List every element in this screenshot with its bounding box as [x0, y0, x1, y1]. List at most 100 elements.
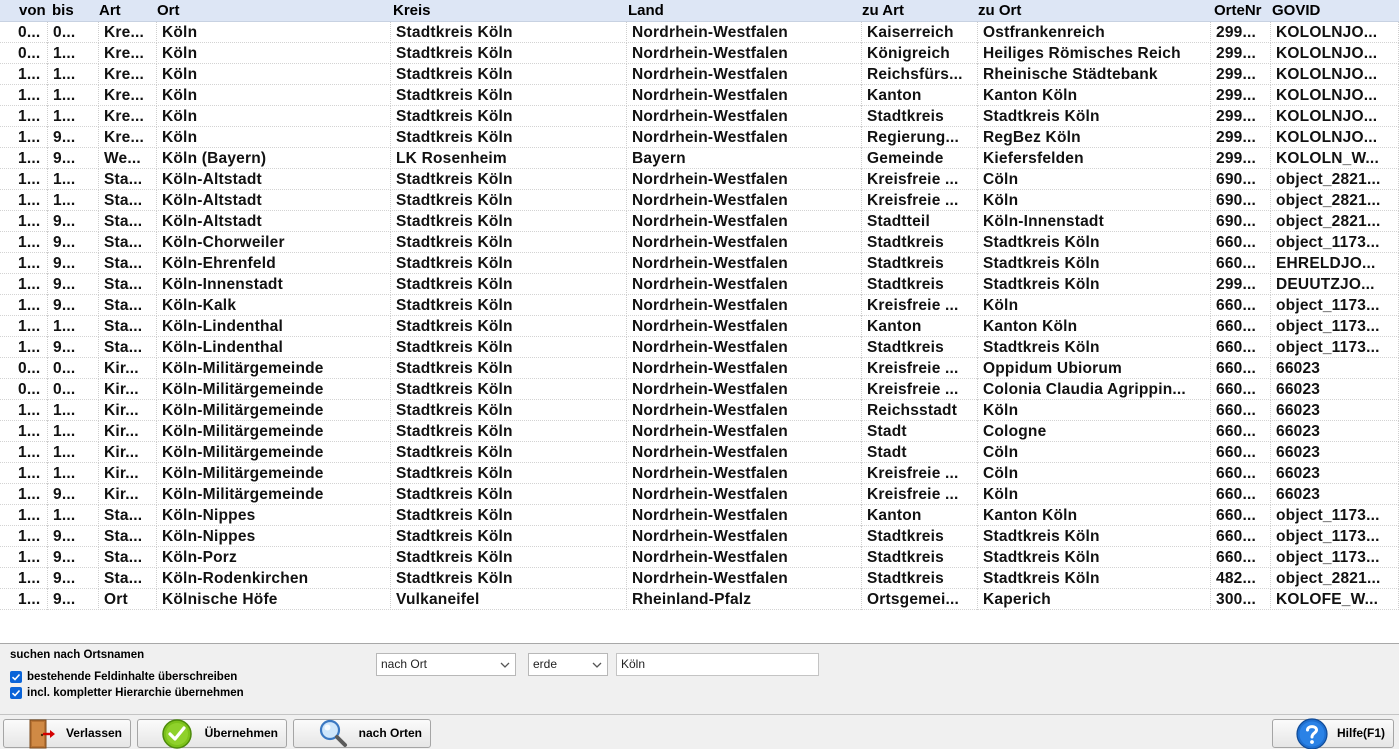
hierarchy-label: incl. kompletter Hierarchie übernehmen — [27, 687, 244, 699]
cell-von: 1... — [0, 106, 48, 127]
cell-ort: Köln-Militärgemeinde — [157, 421, 391, 442]
cell-ort: Köln — [157, 85, 391, 106]
cell-ortenr: 660... — [1211, 379, 1271, 400]
cell-ortenr: 690... — [1211, 211, 1271, 232]
cell-art: Sta... — [99, 547, 157, 568]
cell-zuart: Kreisfreie ... — [862, 379, 978, 400]
column-header-von[interactable]: von — [15, 0, 46, 22]
table-row[interactable]: 1... 9... Sta... Köln-Porz Stadtkreis Köln No… — [0, 547, 1399, 568]
table-row[interactable]: 1... 1... Sta... Köln-Altstadt Stadtkreis Kö… — [0, 190, 1399, 211]
table-row[interactable]: 1... 1... Sta... Köln-Lindenthal Stadtkreis … — [0, 316, 1399, 337]
cell-zuart: Kreisfreie ... — [862, 358, 978, 379]
table-row[interactable]: 1... 1... Sta... Köln-Nippes Stadtkreis Köln… — [0, 505, 1399, 526]
table-row[interactable]: 1... 1... Kre... Köln Stadtkreis Köln Nordrhe… — [0, 64, 1399, 85]
cell-art: We... — [99, 148, 157, 169]
places-grid[interactable]: von bis Art Ort Kreis Land zu Art zu Ort OrteNr G… — [0, 0, 1399, 644]
column-header-zuort[interactable]: zu Ort — [974, 0, 1021, 22]
cell-kreis: Stadtkreis Köln — [391, 568, 627, 589]
search-places-label: nach Orten — [358, 726, 422, 740]
chevron-down-icon — [592, 662, 602, 668]
column-header-zuart[interactable]: zu Art — [858, 0, 904, 22]
cell-bis: 9... — [48, 211, 99, 232]
cell-kreis: Stadtkreis Köln — [391, 190, 627, 211]
cell-art: Sta... — [99, 190, 157, 211]
cell-von: 1... — [0, 589, 48, 610]
search-places-button[interactable]: nach Orten — [293, 719, 431, 748]
table-row[interactable]: 1... 1... Kir... Köln-Militärgemeinde Stadtk… — [0, 442, 1399, 463]
cell-bis: 1... — [48, 316, 99, 337]
help-button[interactable]: Hilfe(F1) — [1272, 718, 1394, 749]
column-header-ortenr[interactable]: OrteNr — [1210, 0, 1262, 22]
hierarchy-option[interactable]: incl. kompletter Hierarchie übernehmen — [10, 686, 244, 700]
cell-zuart: Kreisfreie ... — [862, 169, 978, 190]
table-row[interactable]: 1... 9... Sta... Köln-Rodenkirchen Stadtkrei… — [0, 568, 1399, 589]
cell-zuort: Oppidum Ubiorum — [978, 358, 1211, 379]
table-row[interactable]: 1... 1... Kir... Köln-Militärgemeinde Stadtk… — [0, 463, 1399, 484]
cell-kreis: Stadtkreis Köln — [391, 526, 627, 547]
cell-govid: 66023 — [1271, 358, 1399, 379]
cell-land: Nordrhein-Westfalen — [627, 547, 862, 568]
accept-button[interactable]: Übernehmen — [137, 719, 287, 749]
cell-zuart: Stadtkreis — [862, 274, 978, 295]
cell-bis: 1... — [48, 169, 99, 190]
column-header-art[interactable]: Art — [95, 0, 121, 22]
table-row[interactable]: 1... 9... Sta... Köln-Kalk Stadtkreis Köln No… — [0, 295, 1399, 316]
table-row[interactable]: 1... 9... Kir... Köln-Militärgemeinde Stadtk… — [0, 484, 1399, 505]
table-row[interactable]: 1... 9... Sta... Köln-Altstadt Stadtkreis Kö… — [0, 211, 1399, 232]
search-input[interactable]: Köln — [616, 653, 819, 676]
search-scope-select[interactable]: erde — [528, 653, 608, 676]
cell-govid: KOLOFE_W... — [1271, 589, 1399, 610]
search-mode-select[interactable]: nach Ort — [376, 653, 516, 676]
exit-button[interactable]: Verlassen — [3, 719, 131, 749]
chevron-down-icon — [500, 662, 510, 668]
overwrite-option[interactable]: bestehende Feldinhalte überschreiben — [10, 670, 237, 684]
table-row[interactable]: 1... 9... Kre... Köln Stadtkreis Köln Nordrhe… — [0, 127, 1399, 148]
column-header-bis[interactable]: bis — [48, 0, 74, 22]
cell-ortenr: 660... — [1211, 526, 1271, 547]
cell-land: Nordrhein-Westfalen — [627, 421, 862, 442]
hierarchy-checkbox[interactable] — [10, 687, 22, 699]
table-row[interactable]: 1... 1... Kir... Köln-Militärgemeinde Stadtk… — [0, 421, 1399, 442]
cell-zuart: Stadtkreis — [862, 106, 978, 127]
cell-art: Sta... — [99, 169, 157, 190]
cell-art: Kre... — [99, 85, 157, 106]
cell-kreis: Stadtkreis Köln — [391, 505, 627, 526]
table-row[interactable]: 0... 0... Kir... Köln-Militärgemeinde Stadtk… — [0, 358, 1399, 379]
table-row[interactable]: 1... 9... Sta... Köln-Lindenthal Stadtkreis … — [0, 337, 1399, 358]
cell-ortenr: 299... — [1211, 64, 1271, 85]
column-header-govid[interactable]: GOVID — [1268, 0, 1320, 22]
cell-bis: 9... — [48, 274, 99, 295]
table-row[interactable]: 1... 1... Kre... Köln Stadtkreis Köln Nordrhe… — [0, 106, 1399, 127]
cell-von: 0... — [0, 43, 48, 64]
column-header-ort[interactable]: Ort — [153, 0, 180, 22]
cell-von: 1... — [0, 85, 48, 106]
cell-zuart: Kreisfreie ... — [862, 484, 978, 505]
cell-art: Kir... — [99, 442, 157, 463]
overwrite-checkbox[interactable] — [10, 671, 22, 683]
cell-land: Nordrhein-Westfalen — [627, 106, 862, 127]
table-row[interactable]: 1... 9... Sta... Köln-Nippes Stadtkreis Köln… — [0, 526, 1399, 547]
table-row[interactable]: 1... 1... Kir... Köln-Militärgemeinde Stadtk… — [0, 400, 1399, 421]
cell-ort: Köln-Porz — [157, 547, 391, 568]
table-row[interactable]: 1... 9... We... Köln (Bayern) LK Rosenheim Ba… — [0, 148, 1399, 169]
cell-von: 0... — [0, 358, 48, 379]
table-row[interactable]: 1... 9... Ort Kölnische Höfe Vulkaneifel Rhei… — [0, 589, 1399, 610]
column-header-kreis[interactable]: Kreis — [389, 0, 431, 22]
cell-zuort: Stadtkreis Köln — [978, 526, 1211, 547]
cell-land: Nordrhein-Westfalen — [627, 64, 862, 85]
table-row[interactable]: 1... 1... Sta... Köln-Altstadt Stadtkreis Kö… — [0, 169, 1399, 190]
table-row[interactable]: 1... 9... Sta... Köln-Chorweiler Stadtkreis … — [0, 232, 1399, 253]
table-row[interactable]: 0... 0... Kir... Köln-Militärgemeinde Stadtk… — [0, 379, 1399, 400]
table-row[interactable]: 0... 0... Kre... Köln Stadtkreis Köln Nordrhe… — [0, 22, 1399, 43]
table-row[interactable]: 1... 1... Kre... Köln Stadtkreis Köln Nordrhe… — [0, 85, 1399, 106]
table-row[interactable]: 0... 1... Kre... Köln Stadtkreis Köln Nordrhe… — [0, 43, 1399, 64]
cell-zuort: Kanton Köln — [978, 316, 1211, 337]
table-row[interactable]: 1... 9... Sta... Köln-Innenstadt Stadtkreis … — [0, 274, 1399, 295]
table-row[interactable]: 1... 9... Sta... Köln-Ehrenfeld Stadtkreis K… — [0, 253, 1399, 274]
cell-bis: 9... — [48, 295, 99, 316]
cell-land: Nordrhein-Westfalen — [627, 274, 862, 295]
column-header-land[interactable]: Land — [624, 0, 664, 22]
cell-art: Sta... — [99, 568, 157, 589]
cell-govid: KOLOLNJO... — [1271, 127, 1399, 148]
cell-land: Nordrhein-Westfalen — [627, 400, 862, 421]
